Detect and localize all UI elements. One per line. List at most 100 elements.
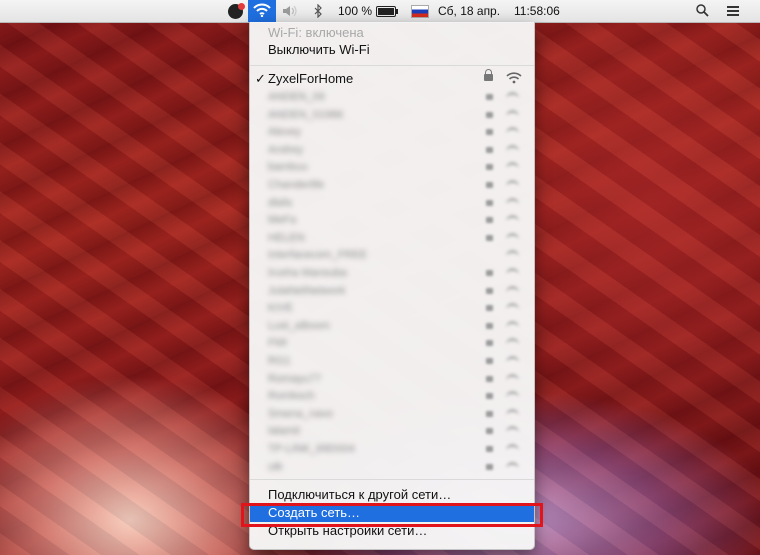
lock-icon [486, 182, 493, 188]
wifi-signal-icon [506, 409, 519, 418]
menu-separator [250, 65, 534, 66]
network-item[interactable]: FMI [250, 335, 534, 351]
network-item[interactable]: HELEN [250, 230, 534, 246]
wifi-signal-icon [506, 321, 519, 330]
network-name: TP-LINK_69D004 [268, 443, 355, 455]
battery-percent: 100 % [338, 4, 373, 18]
network-item[interactable]: Chanderlife [250, 177, 534, 193]
russia-flag-icon[interactable] [411, 0, 431, 22]
wifi-signal-icon [506, 374, 519, 383]
lock-icon [486, 270, 493, 276]
network-item[interactable]: Alexey [250, 124, 534, 140]
network-item[interactable]: utk [250, 459, 534, 475]
network-item[interactable]: ANDEN_01986 [250, 107, 534, 123]
wifi-signal-icon [506, 180, 519, 189]
menubar-date[interactable]: Сб, 18 апр. [438, 0, 500, 22]
network-name: Andrey [268, 144, 303, 156]
lock-icon [486, 446, 493, 452]
network-item[interactable]: ANDEN_09 [250, 89, 534, 105]
bluetooth-icon[interactable] [310, 0, 326, 22]
battery-level-fill [378, 8, 394, 15]
lock-icon [486, 164, 493, 170]
network-name: KIVE [268, 302, 294, 314]
current-network-name: ZyxelForHome [268, 71, 354, 86]
wifi-signal-icon [506, 215, 519, 224]
lock-icon [486, 305, 493, 311]
lock-icon [484, 69, 493, 81]
network-item[interactable]: Interfacecom_FREE [250, 247, 534, 263]
network-name: Chanderlife [268, 179, 325, 191]
join-other-network-item[interactable]: Подключиться к другой сети… [250, 486, 534, 504]
lock-icon [486, 393, 493, 399]
network-name: Romkoch [268, 390, 315, 402]
wifi-signal-icon [506, 110, 519, 119]
network-name: Smena_navo [268, 408, 333, 420]
network-item[interactable]: Romkoch [250, 388, 534, 404]
network-name: Interfacecom_FREE [268, 249, 368, 261]
lock-icon [486, 340, 493, 346]
network-item[interactable]: bambuu [250, 159, 534, 175]
wifi-signal-icon [506, 145, 519, 154]
notification-center-icon[interactable] [722, 0, 744, 22]
network-item[interactable]: Romayu77 [250, 371, 534, 387]
wifi-signal-icon [506, 250, 519, 259]
highlight-annotation-box [241, 503, 543, 527]
wifi-signal-icon [506, 268, 519, 277]
network-item[interactable]: lalamit [250, 423, 534, 439]
network-name: FMI [268, 337, 287, 349]
wifi-dropdown-menu: Wi-Fi: включена Выключить Wi-Fi ✓ ZyxelF… [249, 22, 535, 550]
wifi-signal-icon [506, 198, 519, 207]
network-name: Romayu77 [268, 373, 322, 385]
wifi-signal-icon [506, 338, 519, 347]
network-name: JulaNetNetwork [268, 285, 346, 297]
network-name: utk [268, 461, 283, 473]
lock-icon [486, 288, 493, 294]
wifi-icon[interactable] [248, 0, 276, 22]
network-item[interactable]: KIVE [250, 300, 534, 316]
network-item[interactable]: TP-LINK_69D004 [250, 441, 534, 457]
network-name: RG1 [268, 355, 291, 367]
battery-charging-icon[interactable] [376, 0, 400, 22]
lock-icon [486, 464, 493, 470]
menu-separator [250, 479, 534, 480]
volume-icon[interactable] [280, 0, 300, 22]
network-item[interactable]: dlafa [250, 195, 534, 211]
network-item[interactable]: Andrey [250, 142, 534, 158]
wifi-signal-icon [506, 462, 519, 471]
current-network-item[interactable]: ✓ ZyxelForHome [250, 69, 534, 88]
lock-icon [486, 112, 493, 118]
wifi-signal-icon [506, 444, 519, 453]
wifi-signal-icon [506, 162, 519, 171]
network-list: ANDEN_09 ANDEN_01986 Alexey Andrey bambuu Cha… [250, 89, 534, 477]
network-item[interactable]: Smena_navo [250, 406, 534, 422]
lock-icon [486, 358, 493, 364]
lock-icon [486, 94, 493, 100]
lock-icon [486, 428, 493, 434]
network-name: Lust_eBoom [268, 320, 330, 332]
wifi-signal-icon [506, 426, 519, 435]
lock-icon [486, 235, 493, 241]
spotlight-search-icon[interactable] [694, 0, 710, 22]
network-item[interactable]: MeFa [250, 212, 534, 228]
network-item[interactable]: Irusha Mansuba [250, 265, 534, 281]
wifi-status-label: Wi-Fi: включена [268, 25, 364, 40]
wifi-signal-icon [506, 391, 519, 400]
lock-icon [486, 129, 493, 135]
lock-icon [486, 323, 493, 329]
network-item[interactable]: Lust_eBoom [250, 318, 534, 334]
network-name: Irusha Mansuba [268, 267, 347, 279]
wifi-signal-icon [506, 303, 519, 312]
lock-icon [486, 147, 493, 153]
turn-off-wifi-item[interactable]: Выключить Wi-Fi [250, 41, 534, 59]
vpn-status-icon[interactable] [224, 0, 246, 22]
desktop-wallpaper: 100 % Сб, 18 апр. 11:58:06 Wi-Fi: включе… [0, 0, 760, 555]
wifi-signal-icon [506, 127, 519, 136]
lock-icon [486, 376, 493, 382]
network-name: HELEN [268, 232, 305, 244]
network-item[interactable]: JulaNetNetwork [250, 283, 534, 299]
network-item[interactable]: RG1 [250, 353, 534, 369]
menubar-time[interactable]: 11:58:06 [514, 0, 560, 22]
network-name: ANDEN_01986 [268, 109, 344, 121]
network-name: dlafa [268, 197, 292, 209]
network-name: lalamit [268, 425, 300, 437]
